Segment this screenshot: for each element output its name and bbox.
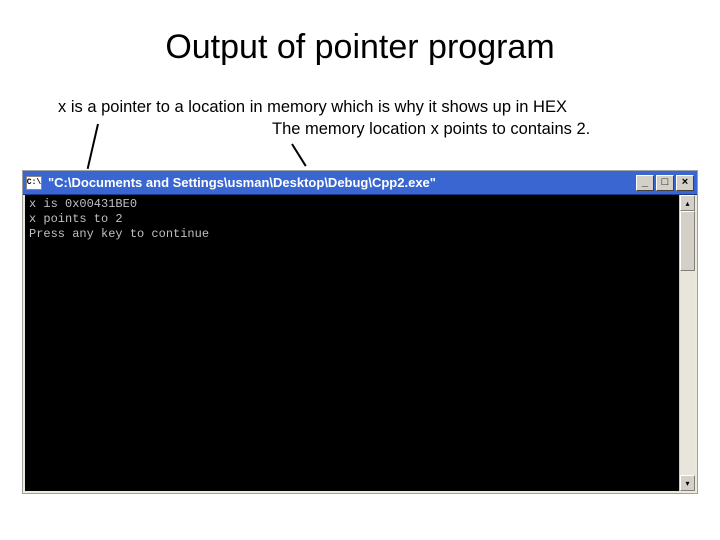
scroll-thumb[interactable] [680,211,695,271]
console-line-1: x is 0x00431BE0 [29,197,137,211]
scroll-down-button[interactable]: ▾ [680,475,695,491]
arrow-to-hex-line [87,124,99,169]
window-titlebar[interactable]: C:\ "C:\Documents and Settings\usman\Des… [23,171,697,195]
annotation-memory-contents: The memory location x points to contains… [272,120,590,139]
close-button[interactable]: × [676,175,694,191]
annotation-hex-pointer: x is a pointer to a location in memory w… [58,98,567,117]
console-line-3: Press any key to continue [29,227,209,241]
maximize-button[interactable]: □ [656,175,674,191]
scroll-up-button[interactable]: ▴ [680,195,695,211]
window-title: "C:\Documents and Settings\usman\Desktop… [48,175,636,190]
console-line-2: x points to 2 [29,212,123,226]
window-buttons: _ □ × [636,175,694,191]
arrow-to-points-line [291,143,306,166]
cmd-icon: C:\ [26,176,42,190]
console-output: x is 0x00431BE0 x points to 2 Press any … [23,195,697,493]
scroll-track[interactable] [680,271,695,475]
slide-title: Output of pointer program [0,0,720,67]
vertical-scrollbar[interactable]: ▴ ▾ [679,195,695,491]
console-window: C:\ "C:\Documents and Settings\usman\Des… [22,170,698,494]
minimize-button[interactable]: _ [636,175,654,191]
